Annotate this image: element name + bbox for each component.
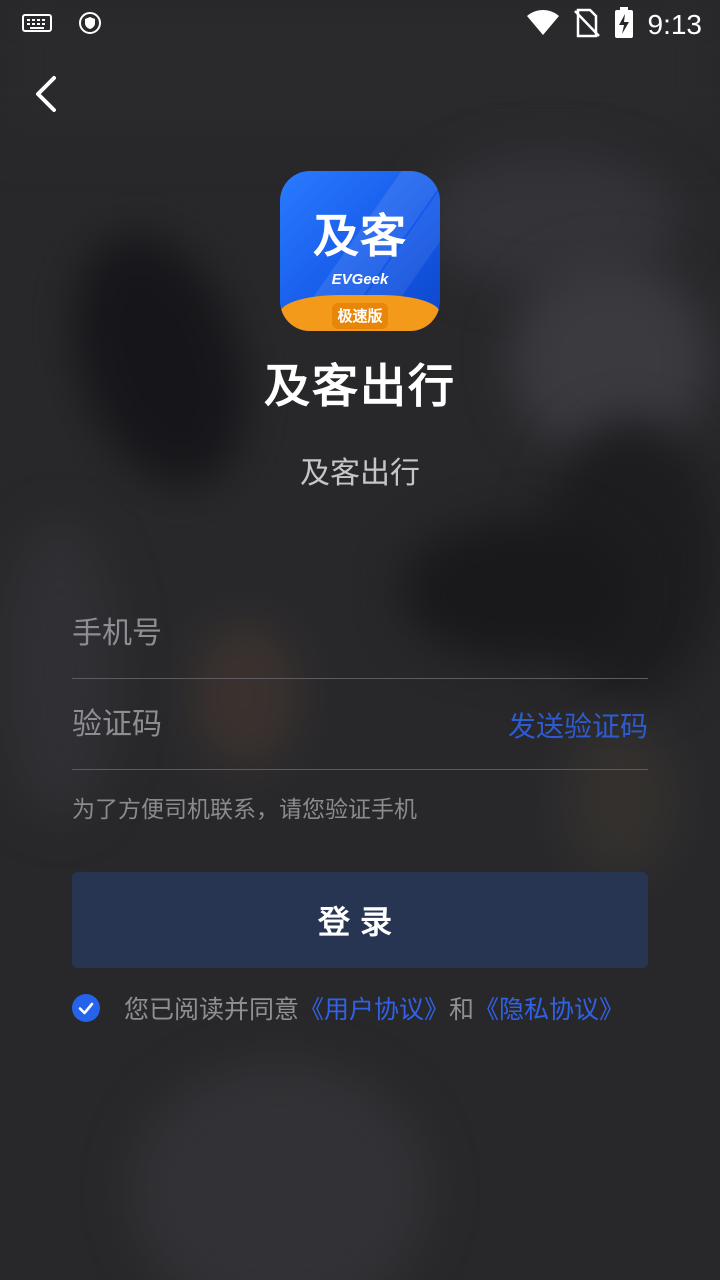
privacy-agreement-link[interactable]: 《隐私协议》 — [474, 990, 624, 1026]
agreement-conjunction: 和 — [449, 995, 475, 1024]
agreement-checkbox[interactable] — [72, 994, 100, 1022]
app-name: 及客出行 — [264, 359, 456, 413]
app-subtitle: 及客出行 — [300, 456, 420, 491]
no-sim-icon — [573, 8, 600, 42]
keyboard-icon — [22, 13, 52, 37]
status-bar: 9:13 — [0, 0, 720, 50]
code-input[interactable] — [72, 694, 508, 755]
battery-charging-icon — [614, 7, 634, 43]
logo-band-label: 极速版 — [332, 303, 388, 329]
app-logo: 及客 EVGeek 极速版 — [280, 171, 440, 331]
login-screen: 9:13 及客 EVGeek 极速版 及客出行 及客出行 发送验证码 为了方便司… — [0, 0, 720, 1280]
verify-hint: 为了方便司机联系，请您验证手机 — [72, 797, 417, 823]
agreement-prefix: 您已阅读并同意 — [124, 995, 300, 1024]
phone-field — [72, 589, 648, 679]
back-button[interactable] — [22, 70, 70, 122]
wifi-icon — [526, 9, 560, 41]
login-button[interactable]: 登录 — [72, 872, 648, 968]
user-agreement-link[interactable]: 《用户协议》 — [299, 990, 449, 1026]
check-icon — [78, 1002, 94, 1015]
status-time: 9:13 — [647, 9, 703, 40]
phone-input[interactable] — [72, 603, 648, 664]
send-code-button[interactable]: 发送验证码 — [508, 705, 648, 745]
code-field: 发送验证码 — [72, 680, 648, 770]
logo-title: 及客 — [313, 209, 407, 263]
agreement-row: 您已阅读并同意 《用户协议》 和 《隐私协议》 — [72, 990, 624, 1026]
chevron-left-icon — [32, 74, 60, 118]
logo-subtitle: EVGeek — [331, 271, 389, 288]
shield-icon — [78, 11, 102, 39]
